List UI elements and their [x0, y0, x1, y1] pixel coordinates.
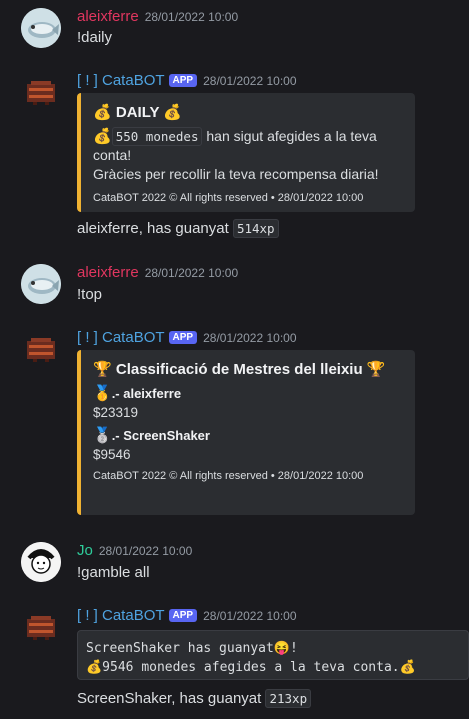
- embed-title-text: Classificació de Mestres del lleixiu: [115, 361, 363, 378]
- message-content: aleixferre, has guanyat 514xp: [77, 219, 279, 238]
- leaderboard-entry-name: 🥈.- ScreenShaker: [93, 426, 403, 444]
- bot-avatar[interactable]: [21, 329, 61, 369]
- trophy-icon: 🏆: [93, 361, 112, 378]
- timestamp: 28/01/2022 10:00: [203, 609, 297, 623]
- embed-text: Gràcies per recollir la teva recompensa …: [93, 166, 379, 182]
- money-bag-icon: 💰: [93, 104, 112, 121]
- inline-code: 550 monedes: [111, 127, 203, 146]
- author-name[interactable]: [ ! ] CataBOT: [77, 329, 165, 346]
- leaderboard-entry-value: $23319: [93, 405, 139, 420]
- user-avatar[interactable]: [21, 264, 61, 304]
- embed-title: 💰 DAILY 💰: [93, 103, 403, 121]
- inline-code: 514xp: [232, 219, 279, 238]
- message-content: ScreenShaker, has guanyat 213xp: [77, 689, 312, 708]
- timestamp: 28/01/2022 10:00: [203, 74, 297, 88]
- trophy-icon: 🏆: [366, 361, 386, 378]
- timestamp: 28/01/2022 10:00: [203, 331, 297, 345]
- code-line: ScreenShaker has guanyat😝!: [86, 641, 298, 656]
- message-text: aleixferre, has guanyat: [77, 220, 233, 237]
- gold-medal-icon: 🥇: [93, 385, 112, 402]
- app-badge: APP: [168, 331, 198, 344]
- embed-description: 💰 550 monedes han sigut afegides a la tev…: [93, 127, 403, 184]
- author-name[interactable]: [ ! ] CataBOT: [77, 72, 165, 89]
- message-content: !top: [77, 286, 103, 303]
- app-badge: APP: [168, 74, 198, 87]
- silver-medal-icon: 🥈: [93, 427, 112, 444]
- embed: 🏆 Classificació de Mestres del lleixiu 🏆…: [77, 350, 415, 515]
- message-content: !gamble all: [77, 564, 150, 581]
- timestamp: 28/01/2022 10:00: [144, 10, 239, 24]
- player-name: .- aleixferre: [111, 386, 182, 401]
- code-block: ScreenShaker has guanyat😝! 💰9546 monedes…: [77, 630, 469, 680]
- embed-title: 🏆 Classificació de Mestres del lleixiu 🏆: [93, 360, 403, 378]
- embed-footer: CataBOT 2022 © All rights reserved • 28/…: [93, 470, 364, 482]
- user-avatar[interactable]: [21, 542, 61, 582]
- bot-avatar[interactable]: [21, 607, 61, 647]
- author-name[interactable]: Jo: [77, 542, 93, 559]
- inline-code: 213xp: [265, 689, 312, 708]
- app-badge: APP: [168, 609, 198, 622]
- leaderboard-entry-value: $9546: [93, 447, 131, 462]
- leaderboard-entry-name: 🥇.- aleixferre: [93, 384, 403, 402]
- author-name[interactable]: aleixferre: [77, 8, 139, 25]
- code-line: 💰9546 monedes afegides a la teva conta.💰: [86, 660, 416, 675]
- user-avatar[interactable]: [21, 8, 61, 48]
- money-bag-icon: 💰: [163, 104, 183, 121]
- bot-avatar[interactable]: [21, 72, 61, 112]
- embed: 💰 DAILY 💰 💰 550 monedes han sigut afegide…: [77, 93, 415, 212]
- timestamp: 28/01/2022 10:00: [98, 544, 193, 558]
- embed-footer: CataBOT 2022 © All rights reserved • 28/…: [93, 192, 364, 204]
- timestamp: 28/01/2022 10:00: [144, 266, 239, 280]
- author-name[interactable]: [ ! ] CataBOT: [77, 607, 165, 624]
- player-name: .- ScreenShaker: [111, 428, 210, 443]
- money-bag-icon: 💰: [93, 128, 112, 145]
- embed-title-text: DAILY: [115, 104, 160, 121]
- author-name[interactable]: aleixferre: [77, 264, 139, 281]
- message-content: !daily: [77, 29, 113, 46]
- message-text: ScreenShaker, has guanyat: [77, 690, 266, 707]
